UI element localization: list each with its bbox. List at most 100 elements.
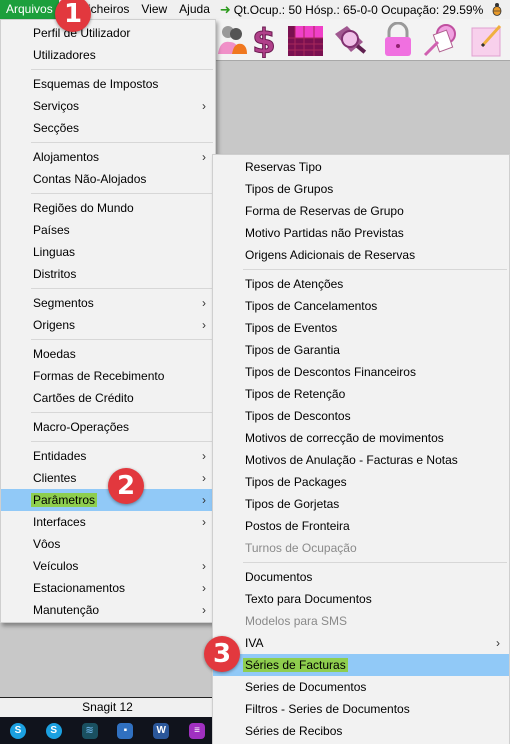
users-icon[interactable] (212, 22, 248, 58)
menu-item-veiculos[interactable]: Veículos › (1, 555, 215, 577)
taskbar-word[interactable]: W (143, 717, 179, 744)
menu-item-label: Estacionamentos (33, 581, 126, 595)
menu-arquivos-label: Arquivos (6, 2, 53, 16)
menu-item-estacionamentos[interactable]: Estacionamentos › (1, 577, 215, 599)
menu-item-label: Reservas Tipo (245, 160, 322, 174)
menu-item-parametros[interactable]: Parâmetros › (1, 489, 215, 511)
menu-item-tipos-de-eventos[interactable]: Tipos de Eventos (213, 317, 509, 339)
menu-item-tipos-de-descontos[interactable]: Tipos de Descontos (213, 405, 509, 427)
menu-item-distritos[interactable]: Distritos (1, 263, 215, 285)
menu-item-reservas-tipo[interactable]: Reservas Tipo (213, 156, 509, 178)
menu-item-label: Clientes (33, 471, 77, 485)
menu-item-postos-de-fronteira[interactable]: Postos de Fronteira (213, 515, 509, 537)
menu-item-interfaces[interactable]: Interfaces › (1, 511, 215, 533)
menu-item-paises[interactable]: Países (1, 219, 215, 241)
green-arrow-icon: ➜ (219, 1, 231, 17)
menu-item-servicos[interactable]: Serviços › (1, 95, 215, 117)
menu-item-motivo-partidas-nao-previstas[interactable]: Motivo Partidas não Previstas (213, 222, 509, 244)
taskbar-skype-1[interactable]: S (0, 717, 36, 744)
menu-item-label: Series de Documentos (245, 680, 367, 694)
menu-item-documentos[interactable]: Documentos (213, 566, 509, 588)
taskbar-remote[interactable]: ▪ (107, 717, 143, 744)
skype-icon: S (9, 722, 26, 739)
menu-item-voos[interactable]: Vôos (1, 533, 215, 555)
menu-ajuda[interactable]: Ajuda (173, 0, 216, 19)
menu-item-label: Turnos de Ocupação (245, 541, 357, 555)
menu-item-origens-adicionais-de-reservas[interactable]: Origens Adicionais de Reservas (213, 244, 509, 266)
menu-item-tipos-de-descontos-financeiros[interactable]: Tipos de Descontos Financeiros (213, 361, 509, 383)
menu-item-origens[interactable]: Origens › (1, 314, 215, 336)
menu-item-forma-de-reservas-de-grupo[interactable]: Forma de Reservas de Grupo (213, 200, 509, 222)
taskbar-app[interactable]: ≡ (179, 717, 215, 744)
menu-item-filtros-series-de-documentos[interactable]: Filtros - Series de Documentos (213, 698, 509, 720)
lock-icon[interactable] (380, 22, 416, 58)
menu-item-label: Tipos de Eventos (245, 321, 338, 335)
menu-item-label: Distritos (33, 267, 77, 281)
menu-item-label: Esquemas de Impostos (33, 77, 159, 91)
menu-item-label: Serviços (33, 99, 80, 113)
menu-item-linguas[interactable]: Linguas (1, 241, 215, 263)
menu-arquivos[interactable]: Arquivos (0, 0, 59, 19)
menu-item-label: Veículos (33, 559, 79, 573)
menu-item-utilizadores[interactable]: Utilizadores (1, 44, 215, 66)
menu-item-label: Tipos de Garantia (245, 343, 340, 357)
menu-item-label: Séries de Recibos (245, 724, 343, 738)
menu-item-alojamentos[interactable]: Alojamentos › (1, 146, 215, 168)
taskbar-wifi[interactable]: ≋ (72, 717, 108, 744)
dollar-icon[interactable]: $ (246, 22, 282, 58)
menu-separator (1, 336, 215, 343)
menu-item-tipos-de-cancelamentos[interactable]: Tipos de Cancelamentos (213, 295, 509, 317)
menu-item-formas-de-recebimento[interactable]: Formas de Recebimento (1, 365, 215, 387)
menu-item-label: Contas Não-Alojados (33, 172, 147, 186)
search-folder-icon[interactable] (333, 22, 369, 58)
menu-item-tipos-de-grupos[interactable]: Tipos de Grupos (213, 178, 509, 200)
chevron-right-icon: › (202, 449, 206, 463)
menu-item-seccoes[interactable]: Secções (1, 117, 215, 139)
menu-item-macro-operacoes[interactable]: Macro-Operações (1, 416, 215, 438)
chevron-right-icon: › (202, 99, 206, 113)
menu-item-segmentos[interactable]: Segmentos › (1, 292, 215, 314)
menu-item-label: Países (33, 223, 70, 237)
key-document-icon[interactable] (422, 22, 458, 58)
svg-text:$: $ (252, 22, 276, 58)
menu-item-regioes-do-mundo[interactable]: Regiões do Mundo (1, 197, 215, 219)
menu-item-tipos-de-packages[interactable]: Tipos de Packages (213, 471, 509, 493)
menu-item-contas-nao-alojados[interactable]: Contas Não-Alojados (1, 168, 215, 190)
menu-item-series-de-facturas[interactable]: Séries de Facturas (213, 654, 509, 676)
menu-item-manutencao[interactable]: Manutenção › (1, 599, 215, 621)
chevron-right-icon: › (496, 636, 500, 650)
menu-item-motivos-de-anulacao-facturas-e-notas[interactable]: Motivos de Anulação - Facturas e Notas (213, 449, 509, 471)
menu-item-cartoes-de-credito[interactable]: Cartões de Crédito (1, 387, 215, 409)
menu-item-entidades[interactable]: Entidades › (1, 445, 215, 467)
menu-item-tipos-de-atencoes[interactable]: Tipos de Atenções (213, 273, 509, 295)
menu-item-tipos-de-garantia[interactable]: Tipos de Garantia (213, 339, 509, 361)
menu-item-esquemas-de-impostos[interactable]: Esquemas de Impostos (1, 73, 215, 95)
menu-item-series-de-recibos[interactable]: Séries de Recibos (213, 720, 509, 742)
wifi-icon: ≋ (81, 722, 98, 739)
menu-item-moedas[interactable]: Moedas (1, 343, 215, 365)
chevron-right-icon: › (202, 581, 206, 595)
menu-item-tipos-de-gorjetas[interactable]: Tipos de Gorjetas (213, 493, 509, 515)
menu-item-label: Postos de Fronteira (245, 519, 350, 533)
menu-item-tipos-de-retencao[interactable]: Tipos de Retenção (213, 383, 509, 405)
notepad-pencil-icon[interactable] (468, 22, 504, 58)
menu-item-motivos-de-correccao-de-movimentos[interactable]: Motivos de correcção de movimentos (213, 427, 509, 449)
menu-item-label: Motivos de Anulação - Facturas e Notas (245, 453, 458, 467)
menu-item-texto-para-documentos[interactable]: Texto para Documentos (213, 588, 509, 610)
menu-item-label: Texto para Documentos (245, 592, 372, 606)
callout-step-3: 3 (204, 636, 240, 672)
taskbar-skype-2[interactable]: S (36, 717, 72, 744)
bug-icon (492, 3, 502, 16)
menu-item-modelos-para-sms: Modelos para SMS (213, 610, 509, 632)
menu-item-perfil-de-utilizador[interactable]: Perfil de Utilizador (1, 22, 215, 44)
menu-item-label: Origens (33, 318, 76, 332)
menu-item-series-de-documentos[interactable]: Series de Documentos (213, 676, 509, 698)
menu-item-label: Utilizadores (33, 48, 96, 62)
menu-item-label: Tipos de Packages (245, 475, 347, 489)
menu-item-label: Macro-Operações (33, 420, 130, 434)
menu-view[interactable]: View (135, 0, 173, 19)
spreadsheet-icon[interactable] (287, 22, 323, 58)
menu-separator (1, 438, 215, 445)
menu-item-label: Motivo Partidas não Previstas (245, 226, 404, 240)
menu-item-iva[interactable]: IVA › (213, 632, 509, 654)
